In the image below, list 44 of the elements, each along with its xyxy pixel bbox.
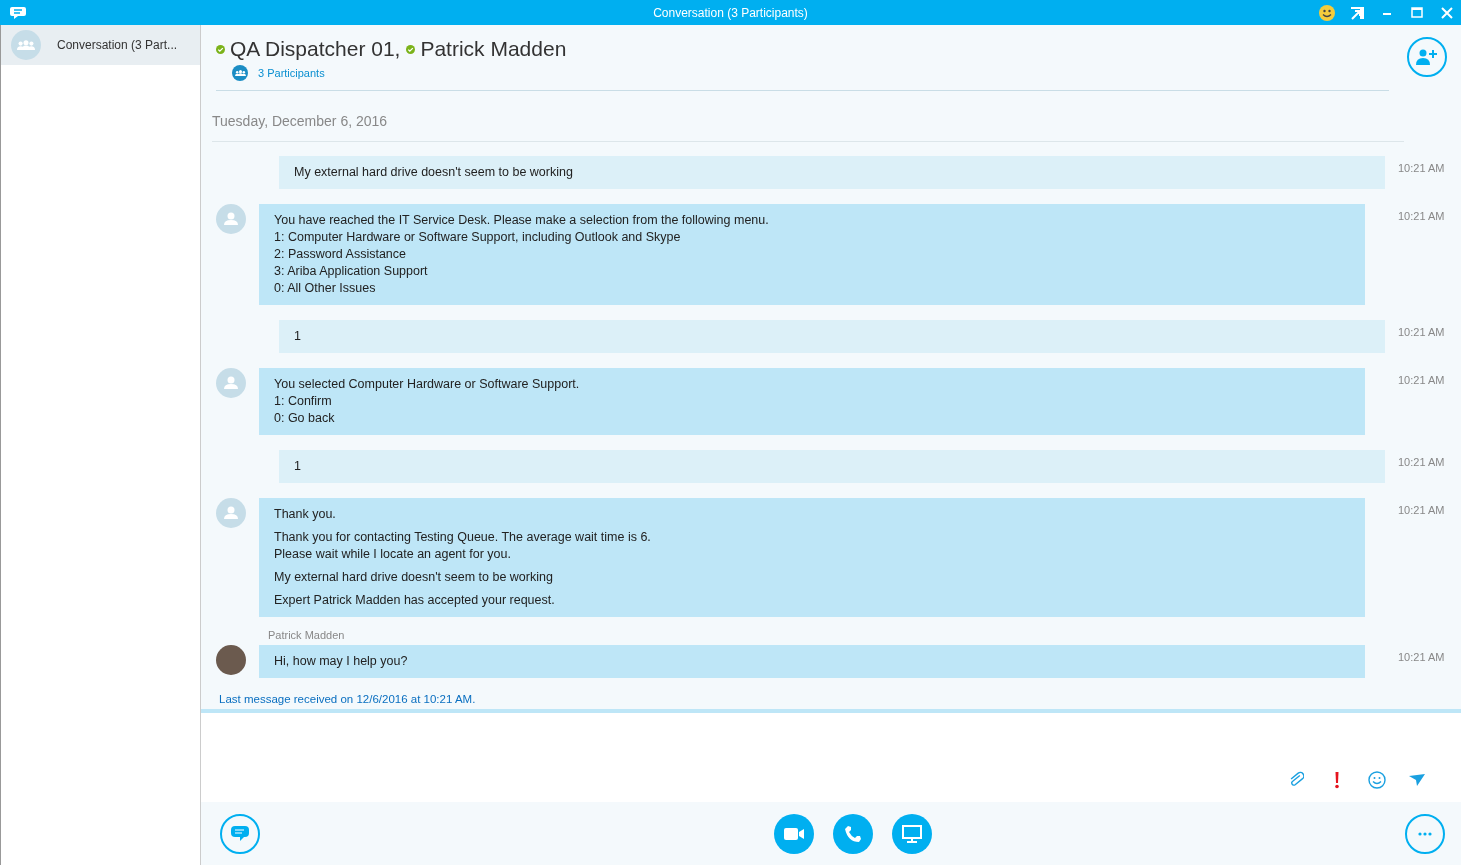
message-time: 10:21 AM (1398, 373, 1445, 386)
pop-out-icon[interactable] (1349, 4, 1365, 21)
window-title: Conversation (3 Participants) (652, 5, 809, 20)
message-time: 10:21 AM (1398, 161, 1445, 174)
date-divider: Tuesday, December 6, 2016 (212, 113, 1404, 142)
message-time: 10:21 AM (1398, 209, 1445, 222)
message-bubble: You selected Computer Hardware or Software Support. 1: Confirm 0: Go back (259, 368, 1365, 435)
add-person-icon (1416, 48, 1438, 66)
maximize-icon[interactable] (1409, 4, 1425, 21)
smiley-icon[interactable] (1319, 4, 1335, 21)
participant-name: QA Dispatcher 01, (230, 37, 401, 61)
avatar-icon (216, 204, 246, 234)
sender-name: Patrick Madden (268, 629, 346, 641)
participant-name: Patrick Madden (420, 37, 567, 61)
message-time: 10:21 AM (1398, 503, 1445, 516)
message-time: 10:21 AM (1398, 455, 1445, 468)
phone-icon (843, 824, 862, 843)
screen-share-button[interactable] (891, 813, 932, 854)
message-bubble: 1 (279, 320, 1385, 353)
avatar-icon (216, 368, 246, 398)
message-bubble: Thank you. Thank you for contacting Testing Queue. The average wait time is 6. Please wait while I locate an agent for you. My external hard drive doesn't seem to be working Expert Patrick Madden has accepted your request. (259, 498, 1365, 617)
conversation-tab-label: Conversation (3 Part... (57, 38, 178, 52)
add-participant-button[interactable] (1407, 37, 1447, 77)
more-icon (1418, 831, 1432, 836)
chat-button[interactable] (220, 813, 260, 854)
group-avatar-icon (11, 30, 41, 60)
message-bubble: My external hard drive doesn't seem to be working (279, 156, 1385, 189)
participants-icon (232, 65, 248, 81)
message-bubble: You have reached the IT Service Desk. Please make a selection from the following menu. 1: Computer Hardware or Software Support, including Outlook and Skype 2: Password Assistance 3: Ariba Application Support 0: All Other Issues (259, 204, 1365, 305)
more-options-button[interactable] (1405, 813, 1445, 854)
message-time: 10:21 AM (1398, 325, 1445, 338)
conversation-tab[interactable]: Conversation (3 Part... (1, 25, 200, 65)
call-button[interactable] (832, 813, 873, 854)
video-camera-icon (783, 827, 804, 840)
message-bubble: Hi, how may I help you? (259, 645, 1365, 678)
emoticon-icon[interactable] (1367, 770, 1387, 790)
close-icon[interactable] (1439, 4, 1455, 21)
chat-logo-icon (10, 5, 26, 20)
video-call-button[interactable] (773, 813, 814, 854)
message-bubble: 1 (279, 450, 1385, 483)
message-time: 10:21 AM (1398, 650, 1445, 663)
monitor-icon (901, 824, 922, 843)
avatar-icon (216, 498, 246, 528)
chat-icon (231, 825, 249, 842)
